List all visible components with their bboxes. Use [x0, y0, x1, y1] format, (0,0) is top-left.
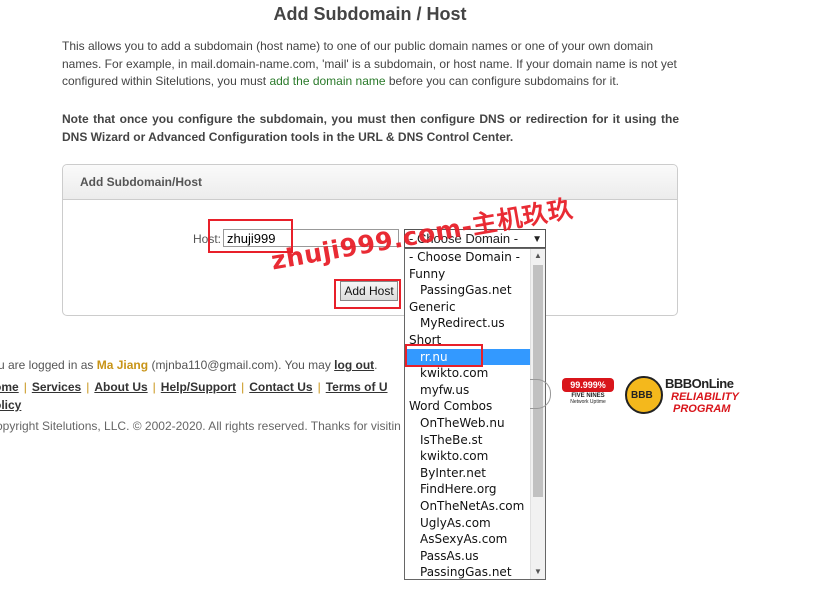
panel-header-title: Add Subdomain/Host — [80, 175, 202, 189]
footer-link-services[interactable]: Services — [32, 380, 81, 394]
uptime-percent: 99.999% — [562, 378, 614, 392]
uptime-sub: Network Uptime — [570, 399, 606, 405]
dropdown-scrollbar[interactable]: ▲ ▼ — [530, 249, 545, 579]
dropdown-option[interactable]: AsSexyAs.com — [405, 531, 530, 548]
separator: | — [23, 380, 27, 394]
dropdown-option[interactable]: FindHere.org — [405, 481, 530, 498]
host-label: Host: — [193, 232, 222, 246]
logout-suffix: . — [374, 358, 378, 372]
bbb-online-badge[interactable]: BBB BBBOnLine RELIABILITY PROGRAM — [625, 376, 755, 416]
add-host-button[interactable]: Add Host — [340, 281, 398, 301]
domain-dropdown-list[interactable]: - Choose Domain - Funny PassingGas.net Gene… — [404, 248, 546, 580]
dropdown-option[interactable]: OnTheWeb.nu — [405, 415, 530, 432]
dropdown-group-label: Generic — [409, 299, 456, 314]
logout-link[interactable]: log out — [334, 358, 374, 372]
dropdown-option[interactable]: rr.nu — [405, 348, 530, 366]
login-prefix: u are logged in as — [0, 358, 97, 372]
dropdown-group-label: Funny — [409, 266, 446, 281]
separator: | — [152, 380, 156, 394]
copyright-text: opyright Sitelutions, LLC. © 2002-2020. … — [0, 419, 401, 433]
dropdown-option[interactable]: UglyAs.com — [405, 515, 530, 532]
intro-text: This allows you to add a subdomain (host… — [62, 38, 679, 91]
bbb-title: BBBOnLine — [665, 376, 734, 391]
dropdown-group-label: Word Combos — [409, 399, 493, 414]
footer-link-help-support[interactable]: Help/Support — [161, 380, 236, 394]
dropdown-option[interactable]: IsTheBe.st — [405, 432, 530, 449]
user-email: (mjnba110@gmail.com). You may — [148, 358, 335, 372]
scroll-up-icon[interactable]: ▲ — [531, 249, 545, 263]
bbb-line3: PROGRAM — [673, 403, 731, 415]
bbb-seal-icon: BBB — [625, 376, 663, 414]
dropdown-option[interactable]: ByInter.net — [405, 465, 530, 482]
page-title: Add Subdomain / Host — [273, 4, 467, 24]
footer-link-terms[interactable]: Terms of U — [326, 380, 388, 394]
footer-link-home[interactable]: ome — [0, 380, 19, 394]
login-status: u are logged in as Ma Jiang (mjnba110@gm… — [0, 358, 377, 372]
dropdown-option[interactable]: kwikto.com — [405, 365, 530, 382]
separator: | — [317, 380, 321, 394]
dropdown-option[interactable]: myfw.us — [405, 382, 530, 399]
separator: | — [241, 380, 245, 394]
dropdown-option[interactable]: PassingGas.net — [405, 564, 530, 579]
panel-header: Add Subdomain/Host — [63, 165, 677, 200]
dropdown-group-label: Short — [409, 332, 442, 347]
dropdown-option[interactable]: PassingGas.net — [405, 282, 530, 299]
dropdown-option[interactable]: PassAs.us — [405, 548, 530, 565]
bbb-line2: RELIABILITY — [671, 391, 739, 403]
intro-text-part2: before you can configure subdomains for … — [385, 74, 620, 89]
dropdown-option[interactable]: MyRedirect.us — [405, 315, 530, 332]
dns-note: Note that once you configure the subdoma… — [62, 112, 679, 144]
bbb-seal-text: BBB — [631, 390, 653, 401]
add-domain-link[interactable]: add the domain name — [269, 74, 385, 88]
dropdown-option[interactable]: kwikto.com — [405, 448, 530, 465]
footer-link-contact-us[interactable]: Contact Us — [249, 380, 312, 394]
rounded-button-edge — [530, 379, 551, 409]
dropdown-option[interactable]: OnTheNetAs.com — [405, 498, 530, 515]
dropdown-group-label: - Choose Domain - — [409, 250, 520, 264]
chevron-down-icon: ▼ — [532, 234, 542, 245]
user-name: Ma Jiang — [96, 358, 149, 372]
footer-nav: ome | Services | About Us | Help/Support | Conta… — [0, 380, 388, 394]
footer-link-policy[interactable]: olicy — [0, 398, 21, 412]
uptime-badge: 99.999% FIVE NINES Network Uptime — [562, 378, 614, 414]
dropdown-options: - Choose Domain - Funny PassingGas.net Gene… — [405, 249, 530, 579]
scroll-down-icon[interactable]: ▼ — [531, 565, 545, 579]
footer-link-about-us[interactable]: About Us — [94, 380, 147, 394]
separator: | — [86, 380, 90, 394]
